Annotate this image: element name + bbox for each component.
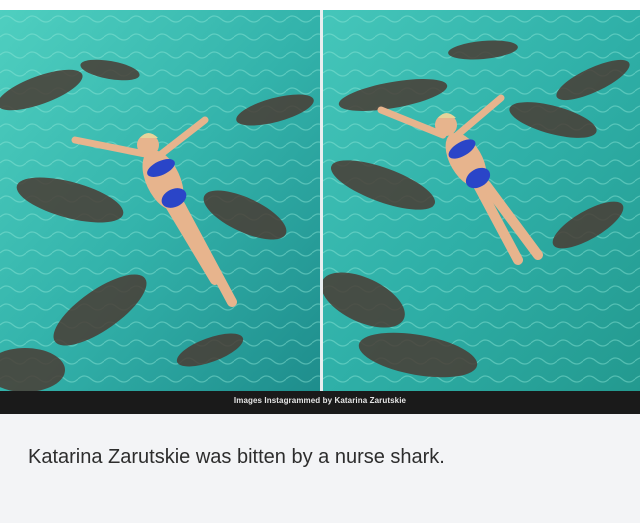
photo-credit-bar: Images Instagrammed by Katarina Zarutski… [0,391,640,414]
water-scene-right [323,10,640,391]
caption-area: Katarina Zarutskie was bitten by a nurse… [0,414,640,523]
water-scene-left [0,10,320,391]
photo-left [0,10,320,391]
photo-credit: Images Instagrammed by Katarina Zarutski… [233,396,407,405]
photo-strip: Images Instagrammed by Katarina Zarutski… [0,10,640,414]
article-caption: Katarina Zarutskie was bitten by a nurse… [28,446,445,468]
photo-right [323,10,640,391]
